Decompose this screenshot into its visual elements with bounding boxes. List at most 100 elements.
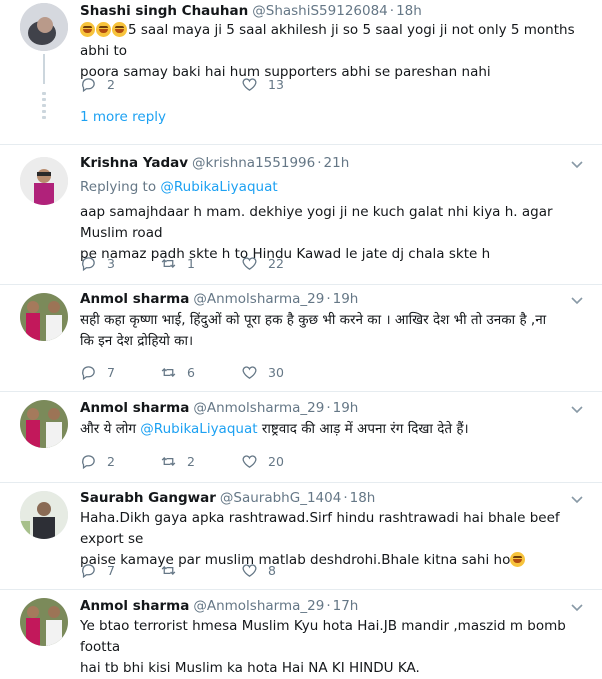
display-name[interactable]: Krishna Yadav [80, 155, 188, 171]
like-count: 20 [268, 453, 284, 469]
like-count: 30 [268, 364, 284, 380]
reply-icon [82, 454, 95, 469]
thread-dots [42, 92, 46, 122]
tweet-menu-button[interactable] [568, 490, 586, 508]
timestamp[interactable]: 19h [333, 400, 359, 416]
mention-link[interactable]: @RubikaLiyaquat [140, 421, 257, 437]
tweet-menu-button[interactable] [568, 291, 586, 309]
timestamp[interactable]: 18h [396, 3, 422, 19]
like-button[interactable]: 13 [241, 74, 284, 94]
tweet-text-line: कि इन देश द्रोहियो का। [80, 333, 194, 349]
reply-count: 7 [107, 364, 115, 380]
display-name[interactable]: Saurabh Gangwar [80, 490, 216, 506]
tweet-text: 5 saal maya ji 5 saal akhilesh ji so 5 s… [80, 20, 590, 83]
user-handle[interactable]: @krishna1551996 [192, 155, 315, 171]
retweet-icon [161, 367, 176, 377]
tweet-text: और ये लोग @RubikaLiyaquat राष्ट्रवाद की … [80, 419, 590, 440]
tweet[interactable]: Anmol sharma @Anmolsharma_29 · 17h Ye btao … [0, 590, 602, 676]
retweet-count: 2 [187, 453, 195, 469]
reply-count: 3 [107, 255, 115, 271]
like-button[interactable]: 8 [241, 560, 278, 580]
separator-dot: · [326, 400, 331, 416]
user-handle[interactable]: @Anmolsharma_29 [193, 400, 324, 416]
like-button[interactable]: 22 [241, 253, 284, 273]
thread-line [43, 54, 45, 84]
tweet[interactable]: Saurabh Gangwar @SaurabhG_1404 · 18h Haha.D… [0, 483, 602, 590]
heart-icon [242, 454, 257, 468]
timestamp[interactable]: 18h [350, 490, 376, 506]
tweet-header: Saurabh Gangwar @SaurabhG_1404 · 18h [80, 488, 375, 508]
timestamp[interactable]: 21h [324, 155, 350, 171]
like-count: 8 [268, 562, 276, 578]
like-button[interactable]: 20 [241, 451, 284, 471]
replying-to: Replying to @RubikaLiyaquat [80, 178, 278, 196]
grinning-emoji-icon [80, 22, 95, 37]
tweet[interactable]: Anmol sharma @Anmolsharma_29 · 19h और ये लो… [0, 392, 602, 483]
avatar[interactable] [20, 157, 68, 205]
retweet-count: 1 [187, 255, 195, 271]
tweet-text-line: pe namaz padh skte h to Hindu Kawad le j… [80, 246, 491, 262]
reply-count: 7 [107, 562, 115, 578]
like-count: 22 [268, 255, 284, 271]
retweet-button[interactable]: 2 [160, 451, 197, 471]
reply-button[interactable]: 2 [80, 451, 117, 471]
avatar[interactable] [20, 400, 68, 448]
grinning-emoji-icon [96, 22, 111, 37]
grinning-emoji-icon [112, 22, 127, 37]
heart-icon [242, 77, 257, 91]
tweet-header: Krishna Yadav @krishna1551996 · 21h [80, 153, 349, 173]
tweet[interactable]: Anmol sharma @Anmolsharma_29 · 19h सही कहा … [0, 285, 602, 392]
tweet-menu-button[interactable] [568, 598, 586, 616]
chevron-down-icon [571, 496, 583, 504]
like-button[interactable]: 30 [241, 362, 284, 382]
chevron-down-icon [571, 406, 583, 414]
reply-button[interactable]: 7 [80, 362, 117, 382]
tweet-text: aap samajhdaar h mam. dekhiye yogi ji ne… [80, 202, 590, 265]
tweet[interactable]: Shashi singh Chauhan @ShashiS59126084 · 18h… [0, 0, 602, 145]
tweet-menu-button[interactable] [568, 400, 586, 418]
retweet-button[interactable]: 6 [160, 362, 197, 382]
display-name[interactable]: Shashi singh Chauhan [80, 3, 248, 19]
tweet-header: Anmol sharma @Anmolsharma_29 · 19h [80, 289, 358, 309]
retweet-button[interactable]: 1 [160, 253, 197, 273]
timestamp[interactable]: 19h [333, 291, 359, 307]
display-name[interactable]: Anmol sharma [80, 400, 189, 416]
retweet-button[interactable] [160, 560, 197, 580]
reply-button[interactable]: 3 [80, 253, 117, 273]
tweet-text: Haha.Dikh gaya apka rashtrawad.Sirf hind… [80, 508, 590, 571]
reply-button[interactable]: 2 [80, 74, 117, 94]
display-name[interactable]: Anmol sharma [80, 598, 189, 614]
reply-button[interactable]: 7 [80, 560, 117, 580]
tweet-text-line: 5 saal maya ji 5 saal akhilesh ji so 5 s… [80, 22, 575, 59]
replying-to-label: Replying to [80, 179, 157, 195]
avatar[interactable] [20, 3, 68, 51]
user-handle[interactable]: @Anmolsharma_29 [193, 291, 324, 307]
heart-icon [242, 365, 257, 379]
tweet-text-line: hai tb bhi kisi Muslim ka hota Hai NA KI… [80, 660, 420, 676]
like-count: 13 [268, 76, 284, 92]
tweet-text-line: poora samay baki hai hum supporters abhi… [80, 64, 491, 80]
tweet-header: Anmol sharma @Anmolsharma_29 · 17h [80, 596, 358, 616]
tweet-menu-button[interactable] [568, 155, 586, 173]
mention-link[interactable]: @RubikaLiyaquat [160, 179, 277, 195]
tweet-header: Anmol sharma @Anmolsharma_29 · 19h [80, 398, 358, 418]
avatar[interactable] [20, 293, 68, 341]
reply-count: 2 [107, 453, 115, 469]
user-handle[interactable]: @Anmolsharma_29 [193, 598, 324, 614]
tweet-text-line: paise kamaye par muslim matlab deshdrohi… [80, 552, 511, 568]
user-handle[interactable]: @ShashiS59126084 [252, 3, 388, 19]
display-name[interactable]: Anmol sharma [80, 291, 189, 307]
separator-dot: · [343, 490, 348, 506]
tweet-text-part: और ये लोग [80, 421, 136, 437]
reply-icon [82, 563, 95, 578]
timestamp[interactable]: 17h [333, 598, 359, 614]
chevron-down-icon [571, 161, 583, 169]
avatar[interactable] [20, 491, 68, 539]
tweet[interactable]: Krishna Yadav @krishna1551996 · 21h Replyin… [0, 145, 602, 285]
tweet-text-line: Haha.Dikh gaya apka rashtrawad.Sirf hind… [80, 510, 560, 547]
reply-icon [82, 77, 95, 92]
avatar[interactable] [20, 598, 68, 646]
user-handle[interactable]: @SaurabhG_1404 [220, 490, 341, 506]
more-replies-link[interactable]: 1 more reply [80, 109, 166, 125]
tweet-text-line: Ye btao terrorist hmesa Muslim Kyu hota … [80, 618, 566, 655]
